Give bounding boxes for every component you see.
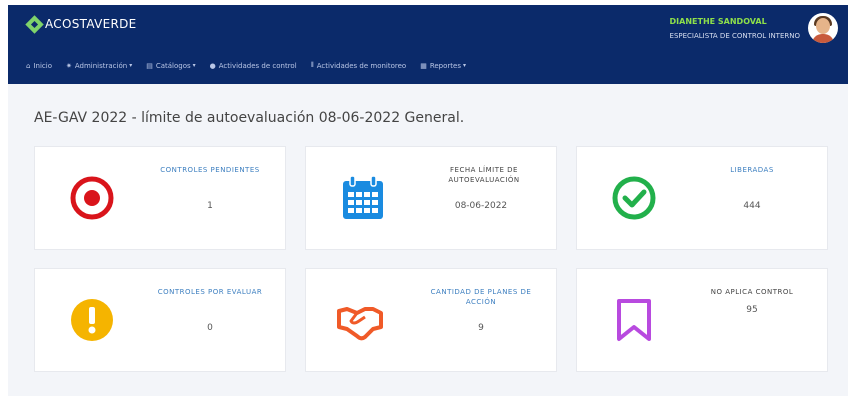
avatar-face (816, 18, 830, 34)
card-value: 95 (746, 305, 758, 315)
book-icon: ▤ (146, 61, 153, 70)
card-label: NO APLICA CONTROL (710, 288, 794, 296)
brand-name: ACOSTAVERDE (45, 17, 137, 31)
card-controles-pendientes[interactable]: CONTROLES PENDIENTES 1 (34, 146, 286, 250)
menu-item-actividades-control[interactable]: ● Actividades de control (210, 62, 297, 70)
main-menu: ⌂ Inicio ✷ Administración ▾ ▤ Catálogos … (26, 61, 480, 70)
calendar-icon (343, 175, 383, 219)
user-info[interactable]: DIANETHE SANDOVAL ESPECIALISTA DE CONTRO… (670, 17, 800, 40)
caret-down-icon: ▾ (463, 62, 467, 69)
card-liberadas[interactable]: LIBERADAS 444 (576, 146, 828, 250)
user-name: DIANETHE SANDOVAL (669, 17, 767, 26)
menu-item-actividades-monitoreo[interactable]: ⦀ Actividades de monitoreo (311, 61, 407, 70)
menu-item-label: Actividades de control (218, 61, 297, 70)
cogs-icon: ✷ (65, 61, 72, 70)
card-value: 0 (207, 323, 213, 333)
card-value: 1 (207, 201, 213, 211)
menu-item-reportes[interactable]: ▦ Reportes ▾ (420, 62, 466, 70)
card-label: CONTROLES POR EVALUAR (157, 288, 263, 296)
card-value: 08-06-2022 (454, 201, 508, 211)
menu-item-catalogos[interactable]: ▤ Catálogos ▾ (146, 62, 195, 70)
card-planes-accion[interactable]: CANTIDAD DE PLANES DE ACCIÓN 9 (305, 268, 557, 372)
top-navbar: ACOSTAVERDE DIANETHE SANDOVAL ESPECIALIS… (8, 5, 848, 84)
diamond-logo-icon (25, 14, 44, 34)
card-label: CANTIDAD DE PLANES DE ACCIÓN (430, 288, 532, 306)
menu-item-label: Administración (74, 61, 128, 70)
avatar-shirt (812, 34, 834, 43)
card-fecha-limite[interactable]: FECHA LÍMITE DE AUTOEVALUACIÓN 08-06-202… (305, 146, 557, 250)
card-value: 444 (743, 201, 761, 211)
bookmark-icon (617, 299, 651, 341)
target-icon (70, 176, 114, 220)
avatar[interactable] (808, 13, 838, 43)
dot-circle-icon: ● (209, 61, 216, 70)
brand-logo[interactable]: ACOSTAVERDE (25, 14, 137, 34)
menu-item-label: Reportes (429, 61, 461, 70)
home-icon: ⌂ (26, 61, 31, 70)
card-label: CONTROLES PENDIENTES (160, 166, 260, 174)
card-label: LIBERADAS (730, 166, 774, 174)
menu-item-label: Inicio (33, 61, 52, 70)
page-title: AE-GAV 2022 - límite de autoevaluación 0… (34, 110, 465, 126)
card-controles-por-evaluar[interactable]: CONTROLES POR EVALUAR 0 (34, 268, 286, 372)
main-content: AE-GAV 2022 - límite de autoevaluación 0… (8, 84, 848, 396)
card-value: 9 (478, 323, 484, 333)
caret-down-icon: ▾ (129, 62, 133, 69)
exclamation-circle-icon (71, 299, 113, 341)
check-circle-icon (612, 176, 656, 220)
caret-down-icon: ▾ (192, 62, 196, 69)
report-icon: ▦ (420, 61, 427, 70)
menu-item-label: Catálogos (155, 61, 191, 70)
menu-item-inicio[interactable]: ⌂ Inicio (26, 62, 52, 70)
bars-icon: ⦀ (310, 61, 314, 69)
user-role: ESPECIALISTA DE CONTROL INTERNO (669, 32, 800, 40)
handshake-icon (337, 307, 383, 341)
card-no-aplica-control[interactable]: NO APLICA CONTROL 95 (576, 268, 828, 372)
menu-item-administracion[interactable]: ✷ Administración ▾ (66, 62, 132, 70)
menu-item-label: Actividades de monitoreo (316, 61, 407, 70)
card-label: FECHA LÍMITE DE AUTOEVALUACIÓN (448, 166, 520, 184)
